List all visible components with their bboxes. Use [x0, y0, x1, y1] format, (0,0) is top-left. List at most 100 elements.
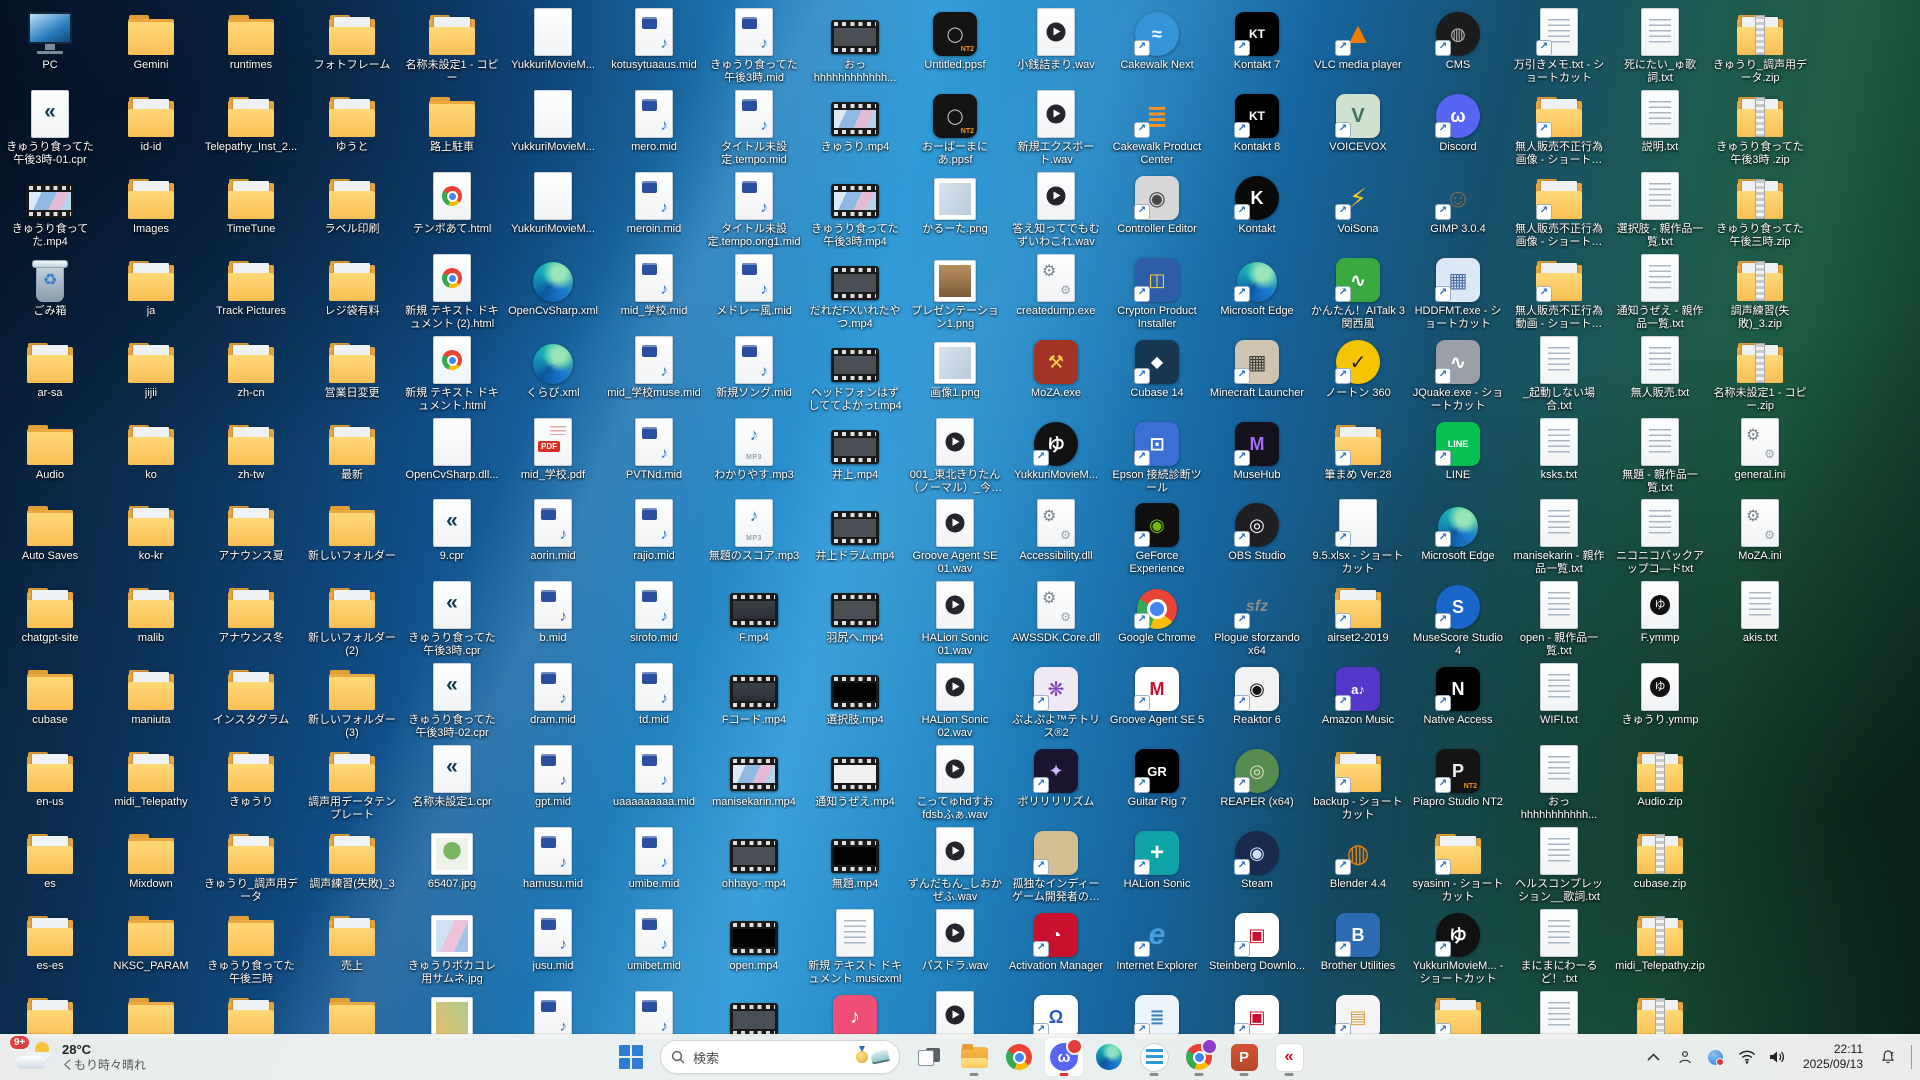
media-app-button[interactable] — [1134, 1037, 1174, 1077]
desktop-icon[interactable]: まにまにわーるど！.txt — [1511, 909, 1607, 986]
desktop-icon[interactable]: きゅうり.mp4 — [807, 90, 903, 154]
desktop-icon[interactable]: ♪ aorin.mid — [505, 499, 601, 563]
desktop-icon[interactable]: おっhhhhhhhhhhh... — [1511, 745, 1607, 822]
desktop-icon[interactable]: ↗ Microsoft Edge — [1410, 499, 1506, 563]
desktop-icon[interactable]: 選択肢.mp4 — [807, 663, 903, 727]
desktop-icon[interactable]: 羽尻へ.mp4 — [807, 581, 903, 645]
desktop-icon[interactable]: おっhhhhhhhhhhhh... — [807, 8, 903, 85]
volume-icon[interactable] — [1764, 1042, 1792, 1072]
desktop-icon[interactable]: ♪ meroin.mid — [606, 172, 702, 236]
desktop-icon[interactable]: 無題.mp4 — [807, 827, 903, 891]
desktop-icon[interactable]: ↗ 筆まめ Ver.28 — [1310, 418, 1406, 482]
desktop-icon[interactable]: « 名称未設定1.cpr — [404, 745, 500, 809]
desktop-icon[interactable]: ◉ ↗ Steam — [1209, 827, 1305, 891]
desktop-icon[interactable]: ♪ メドレー風.mid — [706, 254, 802, 318]
desktop-icon[interactable]: 新規 テキスト ドキュメント.html — [404, 336, 500, 413]
desktop-icon[interactable]: テンポあて.html — [404, 172, 500, 236]
desktop-icon[interactable]: WIFI.txt — [1511, 663, 1607, 727]
desktop-icon[interactable]: 新規エクスポート.wav — [1008, 90, 1104, 167]
desktop-icon[interactable]: YukkuriMovieM... — [505, 172, 601, 236]
desktop-icon[interactable]: 画像1.png — [907, 336, 1003, 400]
desktop-icon[interactable]: ◔ ↗ Activation Manager — [1008, 909, 1104, 973]
search-box[interactable]: 検索 — [660, 1040, 900, 1074]
taskbar-weather-widget[interactable]: 9+ 28°C くもり時々晴れ — [6, 1034, 156, 1080]
desktop-icon[interactable]: きゅうりボカコレ用サムネ.jpg — [404, 909, 500, 986]
desktop-icon[interactable]: ko — [103, 418, 199, 482]
desktop-icon[interactable]: ◎ ↗ OBS Studio — [1209, 499, 1305, 563]
desktop-icon[interactable]: 井上.mp4 — [807, 418, 903, 482]
desktop-icon[interactable]: 答え知ってでもむずいわこれ.wav — [1008, 172, 1104, 249]
desktop-icon[interactable]: ♪ mid_学校muse.mid — [606, 336, 702, 400]
desktop-icon[interactable]: ▦ ↗ Minecraft Launcher — [1209, 336, 1305, 400]
taskbar-clock[interactable]: 22:11 2025/09/13 — [1795, 1042, 1871, 1072]
desktop-icon[interactable]: ko-kr — [103, 499, 199, 563]
desktop-icon[interactable]: F.mp4 — [706, 581, 802, 645]
desktop-icon[interactable]: ♪ td.mid — [606, 663, 702, 727]
file-explorer-button[interactable] — [954, 1037, 994, 1077]
desktop-icon[interactable]: ゆきゅうり.ymmp — [1612, 663, 1708, 727]
desktop-icon[interactable]: Gemini — [103, 8, 199, 72]
desktop-icon[interactable]: GR ↗ Guitar Rig 7 — [1109, 745, 1205, 809]
desktop-icon[interactable]: ♪ タイトル未設定.tempo.orig1.mid — [706, 172, 802, 249]
desktop-icon[interactable]: 調声練習(失敗)_3.zip — [1712, 254, 1808, 331]
desktop-icon[interactable]: 無人販売.txt — [1612, 336, 1708, 400]
desktop-icon[interactable]: ♪ MP3 わかりやす.mp3 — [706, 418, 802, 482]
desktop-icon[interactable]: ⚙ ⚙ Accessibility.dll — [1008, 499, 1104, 563]
desktop-icon[interactable]: きゅうり_調声用データ.zip — [1712, 8, 1808, 85]
desktop-icon[interactable]: プレゼンテーション1.png — [907, 254, 1003, 331]
desktop-icon[interactable]: ◍ ↗ CMS — [1410, 8, 1506, 72]
desktop-icon[interactable]: midi_Telepathy.zip — [1612, 909, 1708, 973]
desktop-icon[interactable]: cubase — [2, 663, 98, 727]
desktop-icon[interactable]: M ↗ MuseHub — [1209, 418, 1305, 482]
desktop-icon[interactable]: ▦ ↗ HDDFMT.exe - ショートカット — [1410, 254, 1506, 331]
desktop-icon[interactable]: ↗ airset2-2019 — [1310, 581, 1406, 645]
desktop-icon[interactable]: ♪ umibet.mid — [606, 909, 702, 973]
desktop-icon[interactable]: ⚙ ⚙ AWSSDK.Core.dll — [1008, 581, 1104, 645]
desktop-icon[interactable]: ∿ ↗ かんたん！AITalk 3 関西風 — [1310, 254, 1406, 331]
desktop-icon[interactable]: « 9.cpr — [404, 499, 500, 563]
desktop-icon[interactable]: OpenCvSharp.xml — [505, 254, 601, 318]
desktop-icon[interactable]: ♪ きゅうり食ってた午後3時.mid — [706, 8, 802, 85]
desktop-icon[interactable]: akis.txt — [1712, 581, 1808, 645]
desktop-icon[interactable]: runtimes — [203, 8, 299, 72]
desktop-icon[interactable]: ohhayo-.mp4 — [706, 827, 802, 891]
desktop-icon[interactable]: 無題 - 親作品一覧.txt — [1612, 418, 1708, 495]
desktop-icon[interactable]: es-es — [2, 909, 98, 973]
desktop-icon[interactable]: ⚙ ⚙ general.ini — [1712, 418, 1808, 482]
desktop-icon[interactable]: こってゅhdすおfdsbふぁ.wav — [907, 745, 1003, 822]
desktop-icon[interactable]: 新しいフォルダー (2) — [304, 581, 400, 658]
desktop-icon[interactable]: manisekarin - 親作品一覧.txt — [1511, 499, 1607, 576]
desktop-icon[interactable]: ☺ ↗ GIMP 3.0.4 — [1410, 172, 1506, 236]
desktop-icon[interactable]: ksks.txt — [1511, 418, 1607, 482]
show-desktop-button[interactable] — [1911, 1045, 1912, 1069]
desktop-icon[interactable]: インスタグラム — [203, 663, 299, 727]
desktop-icon[interactable]: 営業日変更 — [304, 336, 400, 400]
desktop-icon[interactable]: ↗ Google Chrome — [1109, 581, 1205, 645]
desktop-icon[interactable]: レジ袋有料 — [304, 254, 400, 318]
desktop-icon[interactable]: ♪ umibe.mid — [606, 827, 702, 891]
desktop-icon[interactable]: ⚙ ⚙ createdump.exe — [1008, 254, 1104, 318]
desktop-icon[interactable]: きゅうり食ってた午後3時.mp4 — [807, 172, 903, 249]
desktop-icon[interactable]: きゅうり食ってた.mp4 — [2, 172, 98, 249]
desktop-icon[interactable]: Audio — [2, 418, 98, 482]
desktop-icon[interactable]: ♪ タイトル未設定.tempo.mid — [706, 90, 802, 167]
desktop-icon[interactable]: 新規 テキスト ドキュメント.musicxml — [807, 909, 903, 986]
cubase-button[interactable]: « — [1269, 1037, 1309, 1077]
desktop-icon[interactable]: HALion Sonic 02.wav — [907, 663, 1003, 740]
desktop-icon[interactable]: M ↗ Groove Agent SE 5 — [1109, 663, 1205, 727]
desktop-icon[interactable]: ⚙ ⚙ MoZA.ini — [1712, 499, 1808, 563]
desktop-icon[interactable]: manisekarin.mp4 — [706, 745, 802, 809]
desktop-icon[interactable]: midi_Telepathy — [103, 745, 199, 809]
desktop-icon[interactable]: きゅうり_調声用データ — [203, 827, 299, 904]
desktop-icon[interactable]: ♪ PVTNd.mid — [606, 418, 702, 482]
task-view-button[interactable] — [909, 1037, 949, 1077]
desktop-icon[interactable]: 説明.txt — [1612, 90, 1708, 154]
desktop-icon[interactable]: ゆ ↗ YukkuriMovieM... - ショートカット — [1410, 909, 1506, 986]
desktop-icon[interactable]: e ↗ Internet Explorer — [1109, 909, 1205, 973]
desktop-icon[interactable]: 最新 — [304, 418, 400, 482]
desktop-icon[interactable]: ◎ ↗ REAPER (x64) — [1209, 745, 1305, 809]
desktop-icon[interactable]: 新しいフォルダー — [304, 499, 400, 563]
desktop-icon[interactable]: ♪ kotusytuaaus.mid — [606, 8, 702, 72]
desktop-icon[interactable]: ↗ 万引きメモ.txt - ショートカット — [1511, 8, 1607, 85]
desktop-icon[interactable]: ◉ ↗ Controller Editor — [1109, 172, 1205, 236]
